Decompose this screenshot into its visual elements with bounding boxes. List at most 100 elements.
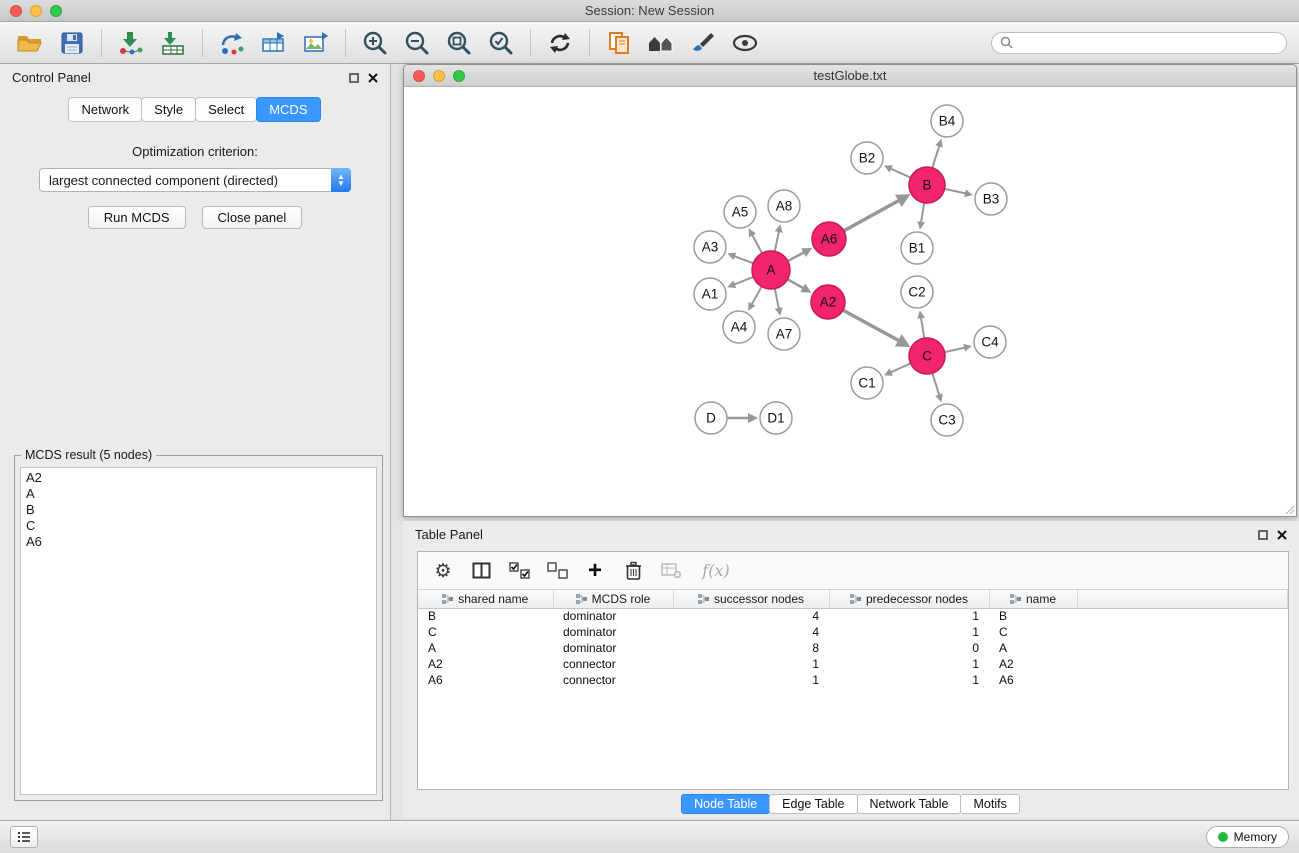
result-item[interactable]: A6 (23, 534, 374, 550)
zoom-fit-button[interactable] (441, 27, 477, 59)
graph-edge-A-A8[interactable] (775, 227, 780, 252)
table-cell[interactable]: C (418, 624, 553, 640)
table-row[interactable]: A6connector11A6 (418, 672, 1288, 688)
column-selector-button[interactable] (466, 556, 496, 586)
mcds-result-list[interactable]: A2ABCA6 (20, 467, 377, 795)
zoom-network-window-button[interactable] (453, 70, 465, 82)
column-header-successor-nodes[interactable]: successor nodes (673, 590, 829, 608)
graph-edge-B-B4[interactable] (932, 141, 940, 168)
tab-network-table[interactable]: Network Table (857, 794, 962, 814)
table-cell[interactable]: dominator (553, 608, 673, 624)
table-cell[interactable]: 8 (673, 640, 829, 656)
graph-edge-A-A1[interactable] (730, 277, 754, 286)
run-mcds-button[interactable]: Run MCDS (88, 206, 186, 229)
memory-button[interactable]: Memory (1206, 826, 1289, 848)
result-item[interactable]: A (23, 486, 374, 502)
graph-edge-C-C1[interactable] (886, 363, 910, 374)
import-network-button[interactable] (113, 27, 149, 59)
table-cell[interactable]: 1 (829, 656, 989, 672)
neighbors-button[interactable] (643, 27, 679, 59)
open-session-button[interactable] (12, 27, 48, 59)
table-cell[interactable]: A (989, 640, 1077, 656)
refresh-button[interactable] (542, 27, 578, 59)
table-cell[interactable]: B (418, 608, 553, 624)
table-cell[interactable]: connector (553, 656, 673, 672)
table-row[interactable]: Bdominator41B (418, 608, 1288, 624)
network-graph[interactable]: AA6A2BCA5A8A3A1A4A7B4B2B3B1C2C4C1C3DD1 (404, 87, 1296, 516)
close-panel-button[interactable]: Close panel (202, 206, 303, 229)
table-cell[interactable]: 4 (673, 608, 829, 624)
result-item[interactable]: B (23, 502, 374, 518)
network-window-titlebar[interactable]: testGlobe.txt (404, 65, 1296, 87)
graph-edge-A2-C[interactable] (843, 310, 907, 345)
table-cell[interactable]: A (418, 640, 553, 656)
copy-button[interactable] (601, 27, 637, 59)
table-cell[interactable]: 1 (673, 672, 829, 688)
graph-edge-B-B2[interactable] (886, 167, 910, 178)
table-cell[interactable]: C (989, 624, 1077, 640)
table-cell[interactable]: connector (553, 672, 673, 688)
table-cell[interactable]: dominator (553, 624, 673, 640)
show-graphics-details-button[interactable] (727, 27, 763, 59)
graph-edge-A-A7[interactable] (775, 289, 780, 314)
table-cell[interactable]: 1 (673, 656, 829, 672)
close-table-panel-icon[interactable] (1277, 530, 1287, 540)
delete-column-button[interactable] (618, 556, 648, 586)
graph-edge-A-A6[interactable] (788, 249, 810, 261)
tab-node-table[interactable]: Node Table (681, 794, 770, 814)
import-table-button[interactable] (155, 27, 191, 59)
table-row[interactable]: Adominator80A (418, 640, 1288, 656)
result-item[interactable]: C (23, 518, 374, 534)
delete-table-button[interactable] (656, 556, 686, 586)
result-item[interactable]: A2 (23, 470, 374, 486)
close-panel-icon[interactable] (368, 73, 378, 83)
table-cell[interactable]: A6 (418, 672, 553, 688)
graph-edge-C-C4[interactable] (945, 347, 970, 353)
minimize-window-button[interactable] (30, 5, 42, 17)
export-table-button[interactable] (256, 27, 292, 59)
table-cell[interactable]: B (989, 608, 1077, 624)
column-header-MCDS-role[interactable]: MCDS role (553, 590, 673, 608)
graph-edge-C-C2[interactable] (920, 313, 924, 338)
export-image-button[interactable] (298, 27, 334, 59)
graph-edge-A-A3[interactable] (730, 254, 754, 263)
close-network-window-button[interactable] (413, 70, 425, 82)
graph-edge-B-B1[interactable] (920, 203, 924, 227)
style-brush-button[interactable] (685, 27, 721, 59)
tab-edge-table[interactable]: Edge Table (769, 794, 857, 814)
table-cell[interactable]: 4 (673, 624, 829, 640)
table-row[interactable]: Cdominator41C (418, 624, 1288, 640)
deselect-all-button[interactable] (542, 556, 572, 586)
table-cell[interactable]: 1 (829, 608, 989, 624)
tab-motifs[interactable]: Motifs (960, 794, 1019, 814)
graph-edge-A-A2[interactable] (788, 279, 809, 291)
select-all-button[interactable] (504, 556, 534, 586)
close-window-button[interactable] (10, 5, 22, 17)
tab-network[interactable]: Network (68, 97, 142, 122)
network-canvas[interactable]: AA6A2BCA5A8A3A1A4A7B4B2B3B1C2C4C1C3DD1 (404, 87, 1296, 516)
table-cell[interactable]: dominator (553, 640, 673, 656)
search-box[interactable] (991, 32, 1287, 54)
function-builder-button[interactable]: f(x) (694, 556, 738, 586)
table-settings-button[interactable]: ⚙ (428, 556, 458, 586)
table-cell[interactable]: 0 (829, 640, 989, 656)
tab-select[interactable]: Select (195, 97, 257, 122)
zoom-selected-button[interactable] (483, 27, 519, 59)
search-input[interactable] (1018, 36, 1278, 50)
zoom-window-button[interactable] (50, 5, 62, 17)
table-cell[interactable]: A2 (418, 656, 553, 672)
tab-style[interactable]: Style (141, 97, 196, 122)
graph-edge-A-A4[interactable] (749, 287, 761, 309)
show-panels-menu-button[interactable] (10, 826, 38, 848)
optimization-criterion-dropdown[interactable]: largest connected component (directed) ▲… (39, 168, 351, 192)
minimize-network-window-button[interactable] (433, 70, 445, 82)
save-session-button[interactable] (54, 27, 90, 59)
float-panel-icon[interactable] (349, 73, 359, 83)
zoom-in-button[interactable] (357, 27, 393, 59)
column-header-name[interactable]: name (989, 590, 1077, 608)
table-cell[interactable]: 1 (829, 624, 989, 640)
resize-grip-icon[interactable] (1283, 503, 1295, 515)
graph-edge-A-A5[interactable] (750, 231, 762, 254)
graph-edge-C-C3[interactable] (932, 373, 940, 400)
table-row[interactable]: A2connector11A2 (418, 656, 1288, 672)
